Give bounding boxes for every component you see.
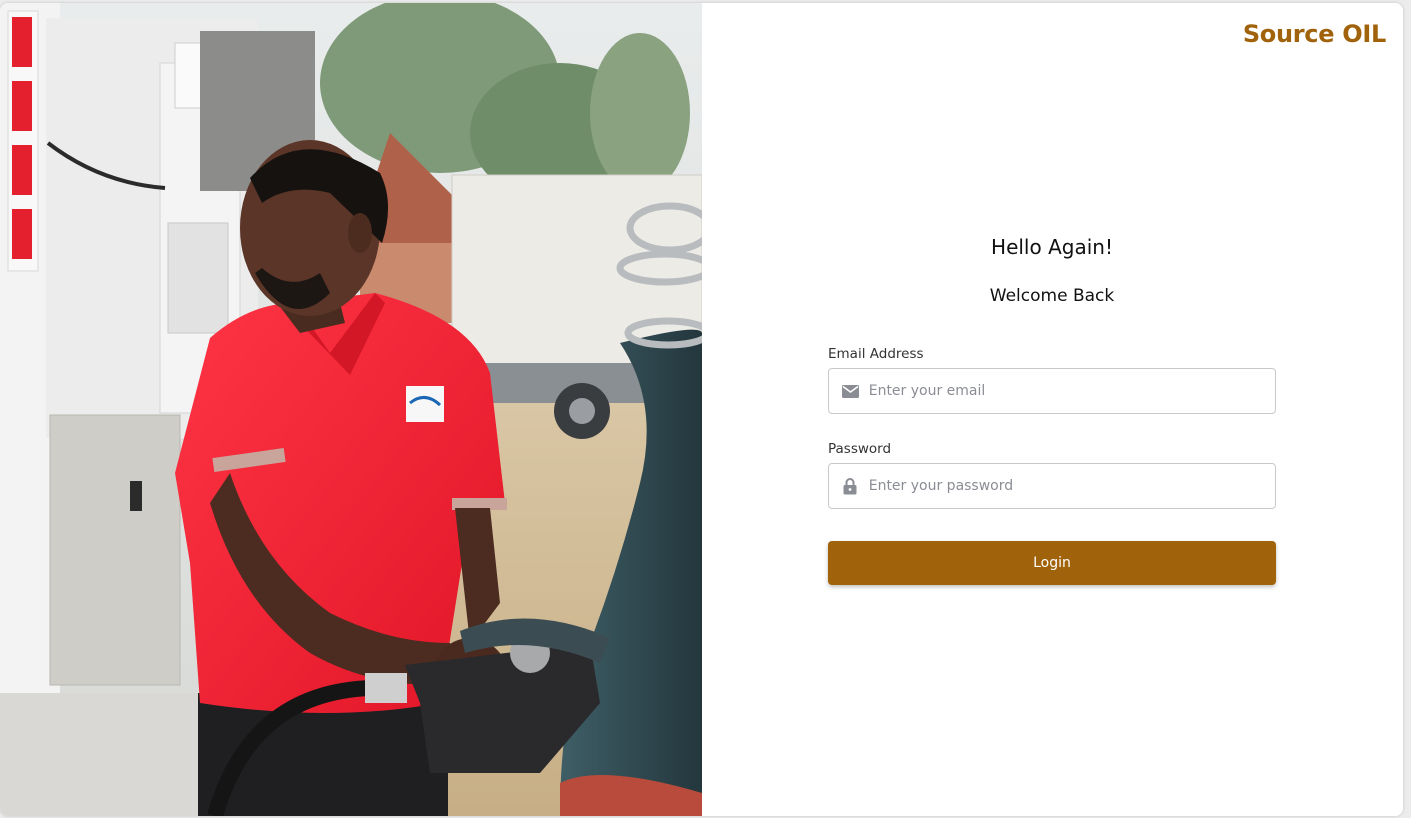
fuel-attendant-photo-icon (0, 3, 702, 816)
mail-icon (841, 381, 860, 401)
login-button[interactable]: Login (828, 541, 1276, 585)
app-window: Source OIL Hello Again! Welcome Back Ema… (0, 3, 1403, 816)
email-label: Email Address (828, 346, 924, 362)
password-field-container[interactable] (828, 463, 1276, 509)
login-title: Hello Again! (991, 235, 1113, 259)
login-panel: Source OIL Hello Again! Welcome Back Ema… (702, 3, 1403, 816)
hero-image (0, 3, 702, 816)
brand-logo: Source OIL (1242, 20, 1386, 48)
lock-icon (841, 476, 860, 496)
email-field-container[interactable] (828, 368, 1276, 414)
email-input[interactable] (868, 383, 1275, 399)
password-input[interactable] (868, 478, 1275, 494)
login-form: Hello Again! Welcome Back Email Address … (828, 235, 1276, 585)
password-label: Password (828, 441, 892, 457)
login-subtitle: Welcome Back (989, 286, 1115, 306)
